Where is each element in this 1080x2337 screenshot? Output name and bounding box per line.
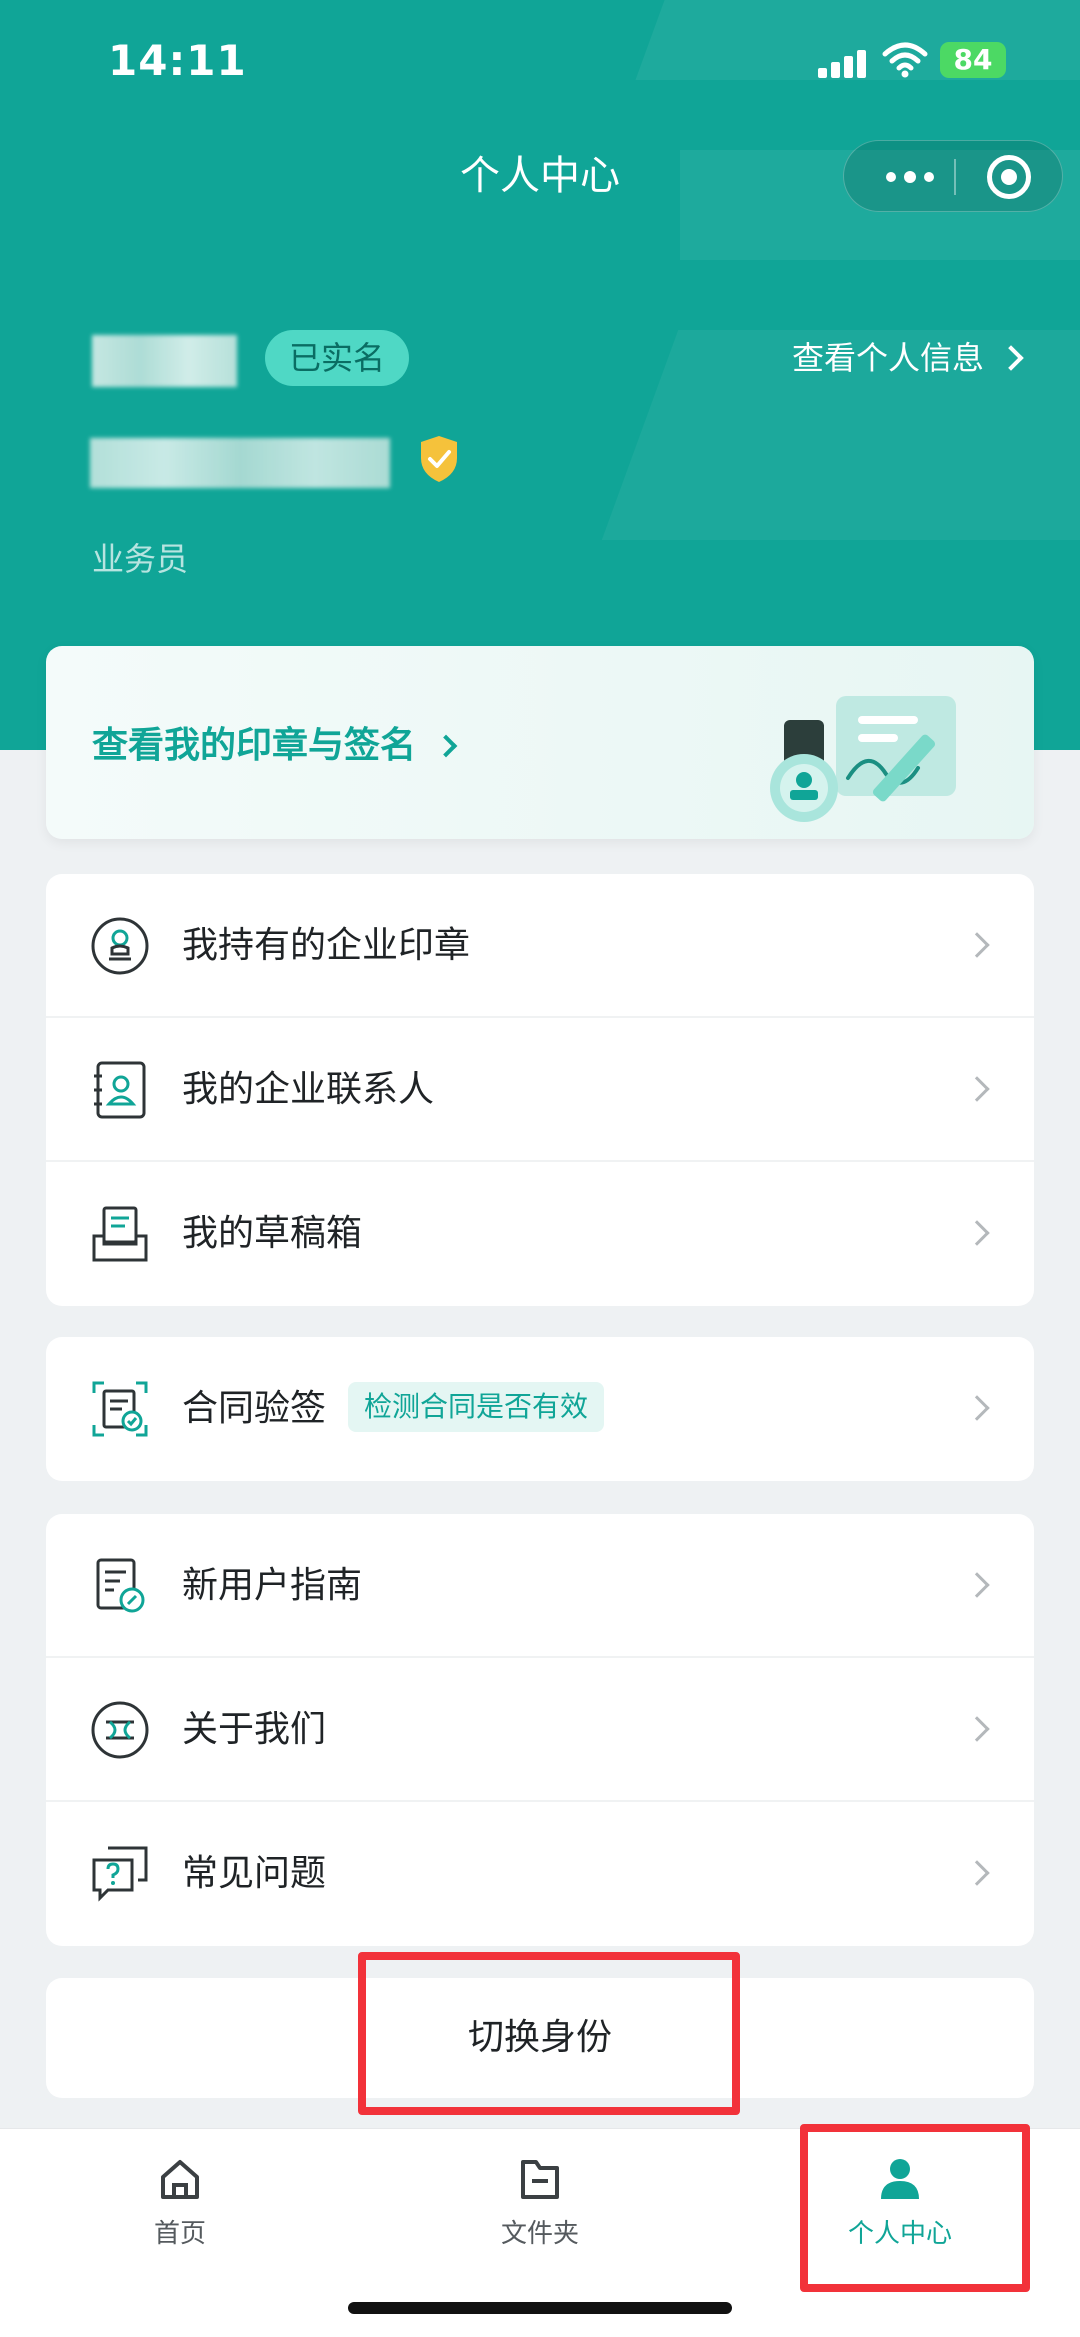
chevron-right-icon xyxy=(964,1716,990,1742)
person-icon xyxy=(881,2159,919,2199)
drafts-icon xyxy=(92,1206,148,1262)
close-miniprogram-icon[interactable] xyxy=(987,155,1031,199)
signal-icon xyxy=(818,48,868,78)
verify-hint-tag: 检测合同是否有效 xyxy=(348,1382,605,1432)
menu-group-help: 新用户指南 关于我们 常见问题 xyxy=(46,1514,1034,1946)
chevron-right-icon xyxy=(964,1395,990,1421)
nav-bar: 个人中心 xyxy=(0,140,1080,240)
menu-item-label: 我的草稿箱 xyxy=(182,1213,363,1254)
tab-label: 文件夹 xyxy=(500,2219,579,2249)
switch-identity-label: 切换身份 xyxy=(467,2017,612,2058)
menu-item-label: 关于我们 xyxy=(182,1709,327,1750)
menu-item-new-user-guide[interactable]: 新用户指南 xyxy=(46,1514,1034,1658)
seal-card-label-wrap: 查看我的印章与签名 xyxy=(92,716,458,768)
menu-item-faq[interactable]: 常见问题 xyxy=(46,1802,1034,1946)
menu-item-label: 合同验签 xyxy=(182,1388,327,1429)
contacts-icon xyxy=(94,1061,146,1119)
tab-folder[interactable]: 文件夹 xyxy=(360,2149,720,2269)
verified-badge: 已实名 xyxy=(265,330,410,386)
chevron-right-icon xyxy=(964,932,990,958)
user-phone-blurred xyxy=(90,438,390,488)
view-personal-info-label: 查看个人信息 xyxy=(792,339,985,377)
more-options-icon[interactable] xyxy=(874,141,954,213)
menu-item-contract-verification[interactable]: 合同验签 检测合同是否有效 xyxy=(46,1337,1034,1481)
status-bar: 14:11 84 xyxy=(0,0,1080,120)
menu-group-primary: 我持有的企业印章 我的企业联系人 我的草稿箱 xyxy=(46,874,1034,1306)
tab-personal-center[interactable]: 个人中心 xyxy=(720,2149,1080,2269)
seal-illustration-icon xyxy=(770,696,956,822)
switch-identity-button[interactable]: 切换身份 xyxy=(46,1978,1034,2098)
menu-item-label: 常见问题 xyxy=(182,1853,327,1894)
menu-item-enterprise-seals[interactable]: 我持有的企业印章 xyxy=(46,874,1034,1018)
folder-icon xyxy=(521,2160,559,2199)
faq-icon xyxy=(92,1846,148,1902)
chevron-right-icon xyxy=(964,1220,990,1246)
user-name-blurred xyxy=(92,335,237,387)
menu-item-label: 我的企业联系人 xyxy=(182,1069,435,1110)
menu-item-text: 合同验签 检测合同是否有效 xyxy=(182,1337,605,1481)
chevron-right-icon xyxy=(964,1076,990,1102)
user-role: 业务员 xyxy=(92,540,189,578)
tab-label: 个人中心 xyxy=(847,2219,952,2249)
tab-home[interactable]: 首页 xyxy=(0,2149,360,2269)
verify-contract-icon xyxy=(92,1381,148,1437)
chevron-right-icon xyxy=(434,734,458,758)
tab-label: 首页 xyxy=(153,2219,206,2249)
menu-group-verify: 合同验签 检测合同是否有效 xyxy=(46,1337,1034,1481)
chevron-right-icon xyxy=(998,345,1024,371)
seal-signature-card[interactable]: 查看我的印章与签名 xyxy=(46,646,1034,839)
status-time: 14:11 xyxy=(108,36,247,85)
view-personal-info-link[interactable]: 查看个人信息 xyxy=(792,330,1024,386)
menu-item-label: 新用户指南 xyxy=(182,1565,363,1606)
home-icon xyxy=(161,2160,199,2199)
battery-indicator: 84 xyxy=(940,42,1006,78)
capsule-divider xyxy=(954,159,956,195)
seal-icon xyxy=(91,917,149,975)
about-icon xyxy=(91,1701,149,1759)
seal-card-label: 查看我的印章与签名 xyxy=(92,725,417,766)
menu-item-enterprise-contacts[interactable]: 我的企业联系人 xyxy=(46,1018,1034,1162)
chevron-right-icon xyxy=(964,1860,990,1886)
menu-item-drafts[interactable]: 我的草稿箱 xyxy=(46,1162,1034,1306)
chevron-right-icon xyxy=(964,1572,990,1598)
wifi-icon xyxy=(882,42,928,78)
miniprogram-capsule xyxy=(843,140,1063,212)
menu-item-about-us[interactable]: 关于我们 xyxy=(46,1658,1034,1802)
guide-icon xyxy=(96,1558,145,1613)
home-indicator xyxy=(348,2302,732,2314)
menu-item-label: 我持有的企业印章 xyxy=(182,925,471,966)
shield-check-icon xyxy=(421,436,457,482)
